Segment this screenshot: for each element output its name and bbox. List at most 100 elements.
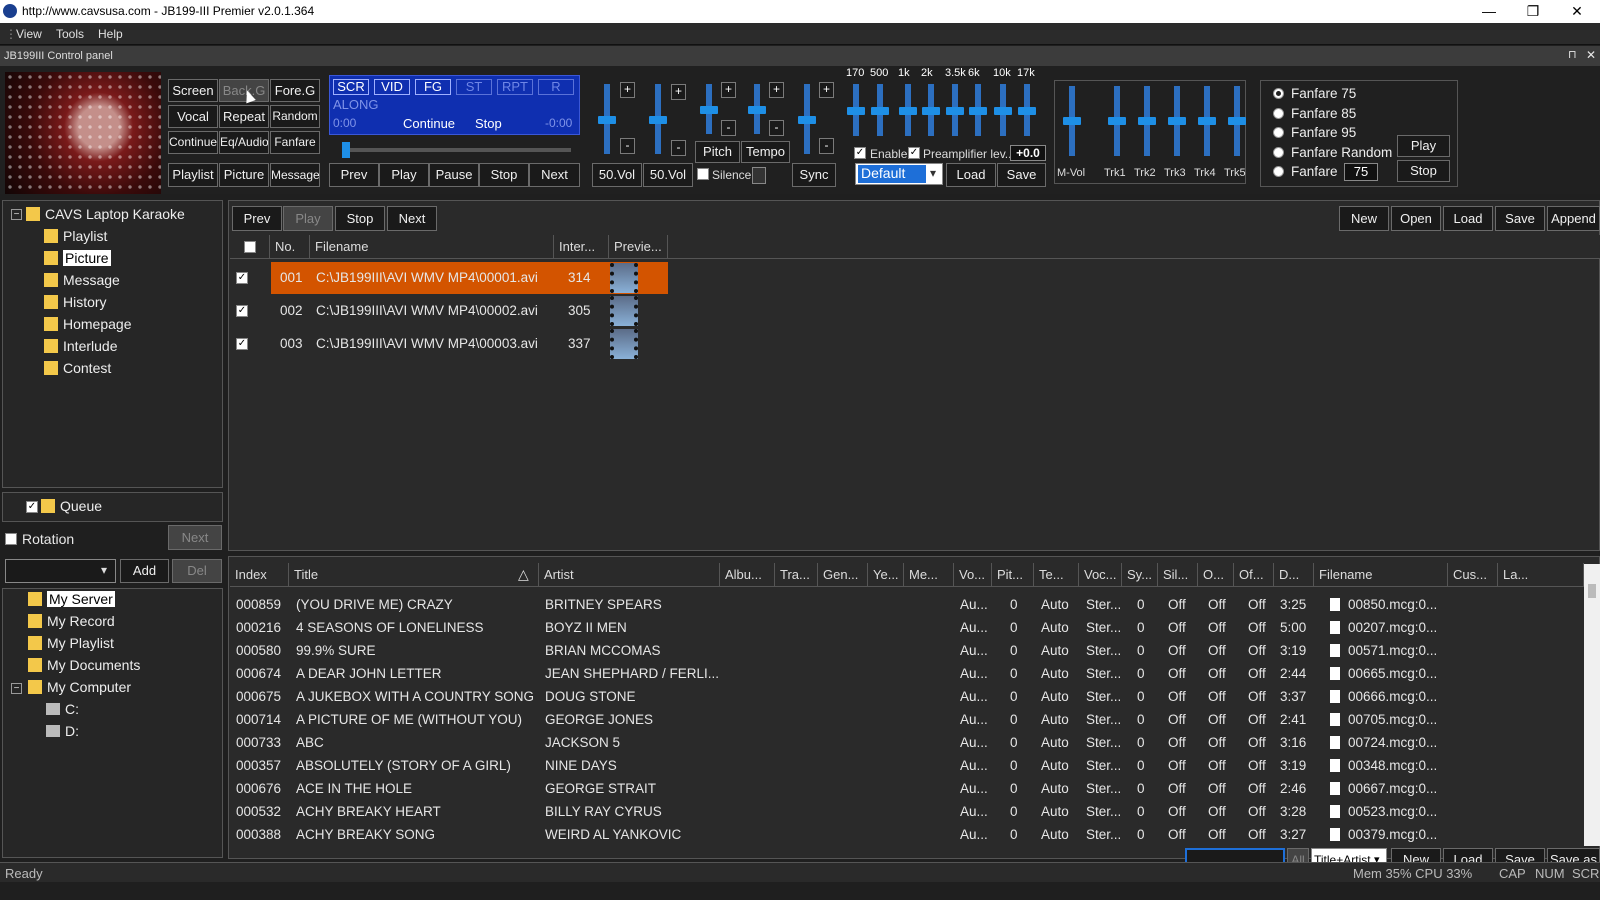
song-header-0[interactable]: Index bbox=[230, 563, 289, 587]
pitch-button[interactable]: Pitch bbox=[695, 141, 740, 163]
menu-view[interactable]: View bbox=[16, 27, 42, 41]
picture-row-filename[interactable]: C:\JB199III\AVI WMV MP4\00001.avi bbox=[316, 270, 538, 285]
fg-indicator[interactable]: FG bbox=[415, 79, 451, 95]
song-header-18[interactable]: Cus... bbox=[1448, 563, 1498, 587]
eq-audio-button[interactable]: Eq/Audio bbox=[219, 131, 269, 154]
vocal-button[interactable]: Vocal bbox=[168, 105, 218, 128]
picture-row-interval[interactable]: 337 bbox=[568, 336, 591, 351]
picture-append-button[interactable]: Append bbox=[1547, 206, 1600, 231]
next-button[interactable]: Next bbox=[529, 163, 580, 187]
header-preview[interactable]: Previe... bbox=[609, 235, 668, 259]
track-knob[interactable] bbox=[1228, 117, 1246, 125]
fanfare-radio[interactable] bbox=[1273, 146, 1284, 158]
vol2-knob[interactable] bbox=[649, 116, 667, 124]
close-button[interactable]: ✕ bbox=[1555, 0, 1599, 23]
picture-button[interactable]: Picture bbox=[219, 163, 269, 187]
eq-enable-checkbox[interactable]: ✓ bbox=[854, 147, 866, 159]
screen-button[interactable]: Screen bbox=[168, 79, 218, 102]
queue-add-button[interactable]: Add bbox=[120, 559, 169, 583]
tree2-item-my-documents[interactable]: My Documents bbox=[28, 657, 140, 677]
rpt-indicator[interactable]: RPT bbox=[497, 79, 533, 95]
sync-knob[interactable] bbox=[798, 116, 816, 124]
song-header-6[interactable]: Ye... bbox=[868, 563, 904, 587]
eq-load-button[interactable]: Load bbox=[946, 163, 996, 187]
tree-item-picture[interactable]: Picture bbox=[44, 250, 111, 270]
fanfare-stop-button[interactable]: Stop bbox=[1397, 160, 1450, 182]
eq-band-knob[interactable] bbox=[899, 107, 917, 115]
vol1-knob[interactable] bbox=[598, 116, 616, 124]
fanfare-value[interactable]: 75 bbox=[1344, 163, 1378, 181]
song-header-9[interactable]: Pit... bbox=[992, 563, 1034, 587]
song-header-13[interactable]: Sil... bbox=[1158, 563, 1198, 587]
eq-band-knob[interactable] bbox=[847, 107, 865, 115]
queue-next-button[interactable]: Next bbox=[168, 525, 222, 550]
pause-button[interactable]: Pause bbox=[429, 163, 479, 187]
r-indicator[interactable]: R bbox=[538, 79, 574, 95]
rotation-checkbox[interactable] bbox=[5, 533, 17, 545]
eq-band-knob[interactable] bbox=[871, 107, 889, 115]
eq-band-knob[interactable] bbox=[1018, 107, 1036, 115]
tempo-button[interactable]: Tempo bbox=[741, 141, 790, 163]
drive-c[interactable]: C: bbox=[46, 701, 79, 721]
message-button[interactable]: Message bbox=[270, 163, 320, 187]
minimize-button[interactable]: — bbox=[1467, 0, 1511, 23]
song-header-16[interactable]: D... bbox=[1274, 563, 1314, 587]
seek-handle[interactable] bbox=[342, 142, 350, 158]
tree-item-playlist[interactable]: Playlist bbox=[44, 228, 107, 248]
display-stop[interactable]: Stop bbox=[475, 116, 502, 131]
select-all-checkbox[interactable] bbox=[244, 241, 256, 253]
picture-row-no[interactable]: 001 bbox=[280, 270, 303, 285]
row-checkbox[interactable]: ✓ bbox=[236, 272, 248, 284]
tempo-minus[interactable]: - bbox=[769, 120, 784, 136]
fanfare-radio[interactable] bbox=[1273, 88, 1284, 99]
song-header-2[interactable]: Artist bbox=[539, 563, 720, 587]
vol1-plus[interactable]: + bbox=[620, 82, 635, 98]
eq-save-button[interactable]: Save bbox=[997, 163, 1046, 187]
song-header-5[interactable]: Gen... bbox=[818, 563, 868, 587]
picture-row-filename[interactable]: C:\JB199III\AVI WMV MP4\00002.avi bbox=[316, 303, 538, 318]
tree-root[interactable]: CAVS Laptop Karaoke bbox=[26, 206, 185, 226]
picture-prev-button[interactable]: Prev bbox=[232, 206, 282, 231]
fanfare-toggle-button[interactable]: Fanfare bbox=[270, 131, 320, 154]
tempo-plus[interactable]: + bbox=[769, 82, 784, 98]
preamp-value[interactable]: +0.0 bbox=[1010, 145, 1046, 161]
track-knob[interactable] bbox=[1198, 117, 1216, 125]
track-knob[interactable] bbox=[1168, 117, 1186, 125]
playlist-button[interactable]: Playlist bbox=[168, 163, 218, 187]
picture-row-interval[interactable]: 305 bbox=[568, 303, 591, 318]
row-checkbox[interactable]: ✓ bbox=[236, 305, 248, 317]
track-knob[interactable] bbox=[1138, 117, 1156, 125]
eq-preset-select[interactable]: Default ▾ bbox=[855, 163, 943, 185]
picture-save-button[interactable]: Save bbox=[1495, 206, 1545, 231]
header-interval[interactable]: Inter... bbox=[554, 235, 609, 259]
vid-indicator[interactable]: VID bbox=[374, 79, 410, 95]
menu-help[interactable]: Help bbox=[98, 27, 123, 41]
header-select-all[interactable] bbox=[230, 235, 270, 259]
silence-spin[interactable] bbox=[752, 167, 766, 184]
eq-band-knob[interactable] bbox=[969, 107, 987, 115]
vol2-minus[interactable]: - bbox=[671, 140, 686, 156]
tree-item-history[interactable]: History bbox=[44, 294, 107, 314]
song-header-10[interactable]: Te... bbox=[1034, 563, 1079, 587]
picture-play-button[interactable]: Play bbox=[283, 206, 333, 231]
tree2-item-my-playlist[interactable]: My Playlist bbox=[28, 635, 114, 655]
queue-checkbox[interactable]: ✓ bbox=[26, 501, 38, 513]
sync-plus[interactable]: + bbox=[819, 82, 834, 98]
foreground-button[interactable]: Fore.G bbox=[270, 79, 320, 102]
picture-row-no[interactable]: 002 bbox=[280, 303, 303, 318]
vol2-plus[interactable]: + bbox=[671, 84, 686, 100]
panel-close-icon[interactable]: ✕ bbox=[1586, 48, 1596, 62]
sort-ascending-icon[interactable]: △ bbox=[518, 566, 529, 583]
preamp-checkbox[interactable]: ✓ bbox=[908, 147, 920, 159]
pin-icon[interactable]: ⊓ bbox=[1568, 48, 1577, 61]
random-button[interactable]: Random bbox=[270, 105, 320, 128]
stop-button[interactable]: Stop bbox=[479, 163, 529, 187]
drive-d[interactable]: D: bbox=[46, 723, 79, 743]
tempo-knob[interactable] bbox=[748, 106, 766, 114]
song-header-15[interactable]: Of... bbox=[1234, 563, 1274, 587]
vol2-button[interactable]: 50.Vol bbox=[643, 163, 693, 187]
song-header-1[interactable]: Title bbox=[289, 563, 539, 587]
prev-button[interactable]: Prev bbox=[329, 163, 379, 187]
song-header-11[interactable]: Voc... bbox=[1079, 563, 1122, 587]
vol1-button[interactable]: 50.Vol bbox=[592, 163, 642, 187]
